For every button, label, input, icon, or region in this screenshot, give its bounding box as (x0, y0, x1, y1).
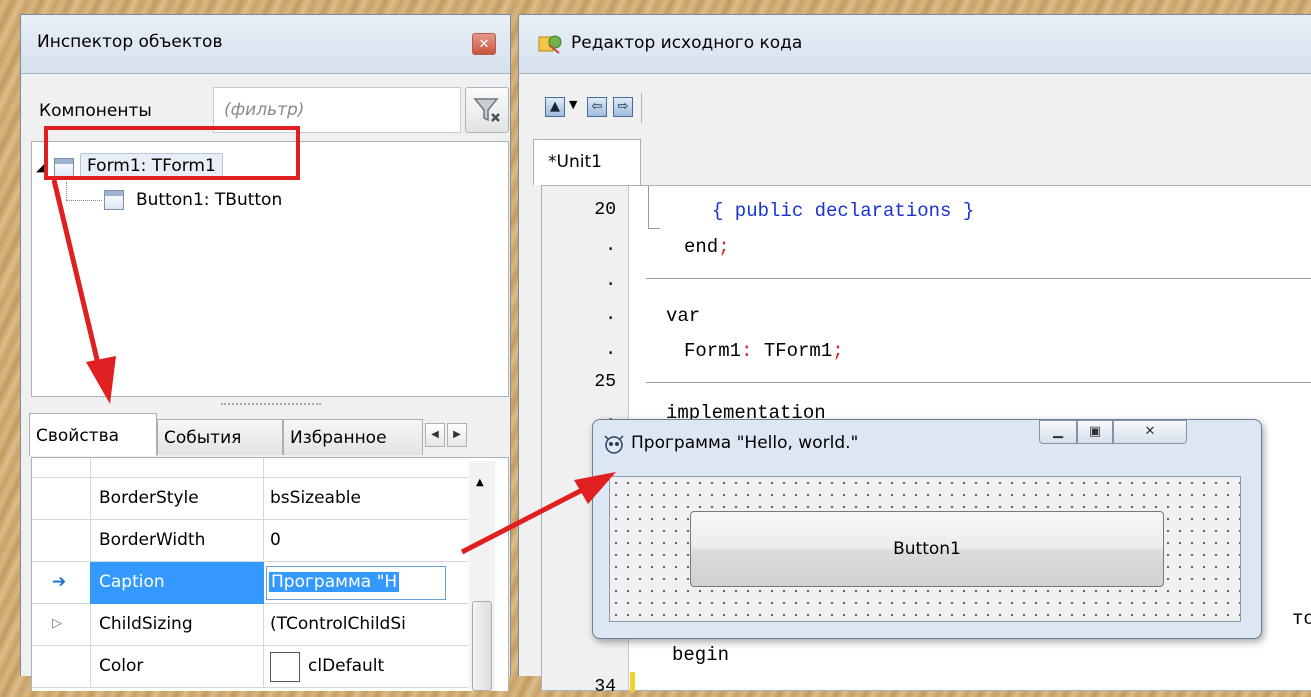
line-number: 34 (594, 677, 616, 697)
annotation-arrows (51, 179, 616, 555)
annotation-arrow (51, 179, 116, 404)
annotation-arrow (460, 472, 616, 555)
